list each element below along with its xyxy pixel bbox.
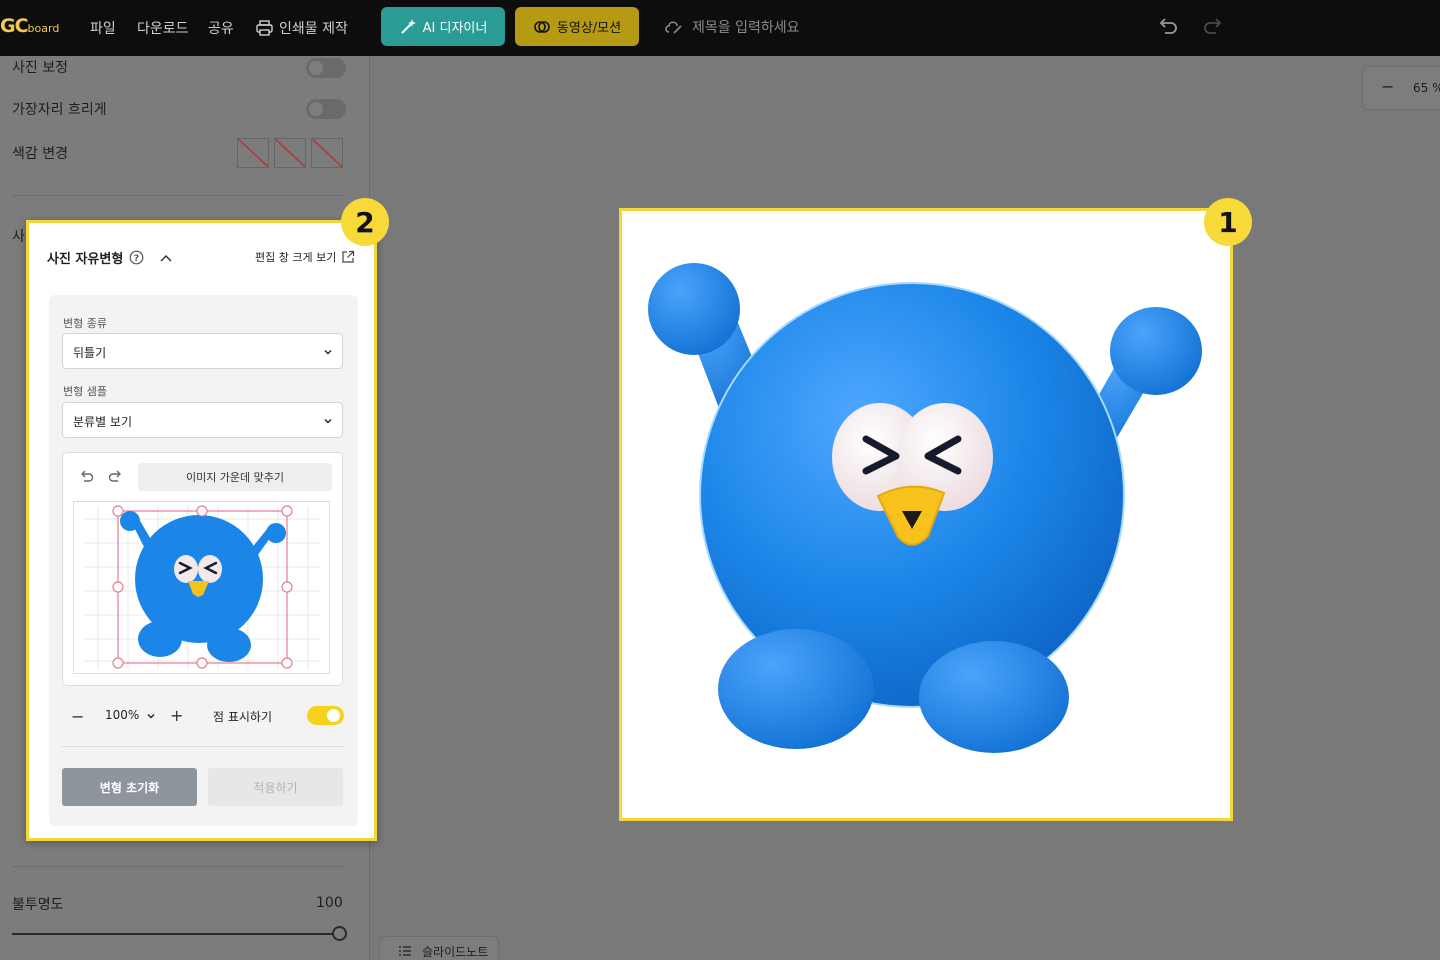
title-input[interactable]: 제목을 입력하세요 xyxy=(664,17,800,37)
transform-type-label: 변형 종류 xyxy=(63,317,107,330)
slide-note-label: 슬라이드노트 xyxy=(422,944,489,959)
opacity-value: 100 xyxy=(316,895,343,911)
redo-icon[interactable] xyxy=(107,468,123,484)
video-motion-button[interactable]: 동영상/모션 xyxy=(515,7,639,46)
panel-header: 사진 자유변형 ? xyxy=(47,248,174,267)
free-transform-panel: 사진 자유변형 ? 편집 창 크게 보기 변형 종류 뒤틀기 변형 샘플 분류별… xyxy=(26,220,377,841)
svg-text:?: ? xyxy=(134,254,139,264)
undo-icon[interactable] xyxy=(79,468,95,484)
expand-editor-label: 편집 창 크게 보기 xyxy=(255,251,337,264)
ai-designer-label: AI 디자이너 xyxy=(422,21,488,36)
photo-correction-label: 사진 보정 xyxy=(12,60,68,76)
canvas-zoom-value: 65 % xyxy=(1413,81,1440,95)
external-link-icon xyxy=(342,250,355,263)
list-icon xyxy=(399,946,411,956)
color-swatch-2[interactable] xyxy=(274,138,306,168)
menu-print-label: 인쇄물 제작 xyxy=(279,21,348,37)
transform-preview-box: 이미지 가운데 맞추기 xyxy=(62,452,343,686)
section-partial-label: 사 xyxy=(12,229,25,245)
apply-button[interactable]: 적용하기 xyxy=(208,768,343,806)
preview-zoom-value[interactable]: 100% xyxy=(105,708,139,722)
slide-note-tab[interactable]: 슬라이드노트 xyxy=(379,936,499,960)
edge-blur-toggle[interactable] xyxy=(306,99,346,119)
opacity-slider-thumb[interactable] xyxy=(332,926,347,941)
ai-designer-button[interactable]: AI 디자이너 xyxy=(381,7,505,46)
slide-canvas[interactable] xyxy=(619,208,1233,821)
video-motion-label: 동영상/모션 xyxy=(556,21,622,36)
title-placeholder: 제목을 입력하세요 xyxy=(692,20,800,36)
panel-title: 사진 자유변형 xyxy=(47,252,124,267)
sidebar-divider-2 xyxy=(12,866,346,867)
transform-type-value: 뒤틀기 xyxy=(73,346,107,360)
edge-blur-label: 가장자리 흐리게 xyxy=(12,102,107,118)
center-image-button[interactable]: 이미지 가운데 맞추기 xyxy=(138,463,332,491)
printer-icon xyxy=(256,20,273,36)
show-points-label: 점 표시하기 xyxy=(213,710,273,724)
chevron-down-icon[interactable] xyxy=(146,711,156,721)
opacity-slider-track[interactable] xyxy=(12,933,340,935)
undo-icon[interactable] xyxy=(1157,15,1179,37)
toggle-knob xyxy=(327,709,340,722)
help-icon[interactable]: ? xyxy=(129,250,144,265)
transform-sample-select[interactable]: 분류별 보기 xyxy=(62,402,343,438)
app-logo[interactable]: GCboard xyxy=(0,15,59,37)
color-swatch-3[interactable] xyxy=(311,138,343,168)
step-badge-2: 2 xyxy=(341,198,389,246)
menu-file[interactable]: 파일 xyxy=(90,18,116,38)
transform-sample-value: 분류별 보기 xyxy=(73,415,133,429)
sidebar-divider xyxy=(12,195,346,196)
panel-divider xyxy=(62,746,343,747)
transform-sample-label: 변형 샘플 xyxy=(63,385,107,398)
transform-type-select[interactable]: 뒤틀기 xyxy=(62,333,343,369)
expand-editor-link[interactable]: 편집 창 크게 보기 xyxy=(255,249,355,265)
color-change-label: 색감 변경 xyxy=(12,146,68,162)
edit-cloud-icon xyxy=(665,21,682,34)
zoom-out-button[interactable]: − xyxy=(71,707,84,726)
redo-icon[interactable] xyxy=(1202,15,1224,37)
canvas-zoom-control[interactable]: − 65 % xyxy=(1362,66,1440,110)
zoom-in-button[interactable]: + xyxy=(170,706,183,725)
chevron-down-icon xyxy=(324,350,332,355)
color-swatch-1[interactable] xyxy=(237,138,269,168)
transform-settings-box: 변형 종류 뒤틀기 변형 샘플 분류별 보기 이미지 가운데 맞추기 − 100… xyxy=(49,295,358,826)
show-points-toggle[interactable] xyxy=(307,706,344,725)
chevron-down-icon xyxy=(324,419,332,424)
chevron-up-icon[interactable] xyxy=(158,251,174,265)
opacity-label: 불투명도 xyxy=(12,897,64,913)
magic-wand-icon xyxy=(400,18,416,34)
motion-icon xyxy=(534,20,550,33)
menu-print[interactable]: 인쇄물 제작 xyxy=(256,18,348,38)
blue-bird-character xyxy=(648,263,1202,753)
menu-share[interactable]: 공유 xyxy=(208,18,234,38)
menu-download[interactable]: 다운로드 xyxy=(137,18,189,38)
reset-transform-button[interactable]: 변형 초기화 xyxy=(62,768,197,806)
step-badge-1: 1 xyxy=(1204,198,1252,246)
warp-preview[interactable] xyxy=(73,501,330,674)
canvas-zoom-out[interactable]: − xyxy=(1381,77,1394,96)
photo-correction-toggle[interactable] xyxy=(306,58,346,78)
